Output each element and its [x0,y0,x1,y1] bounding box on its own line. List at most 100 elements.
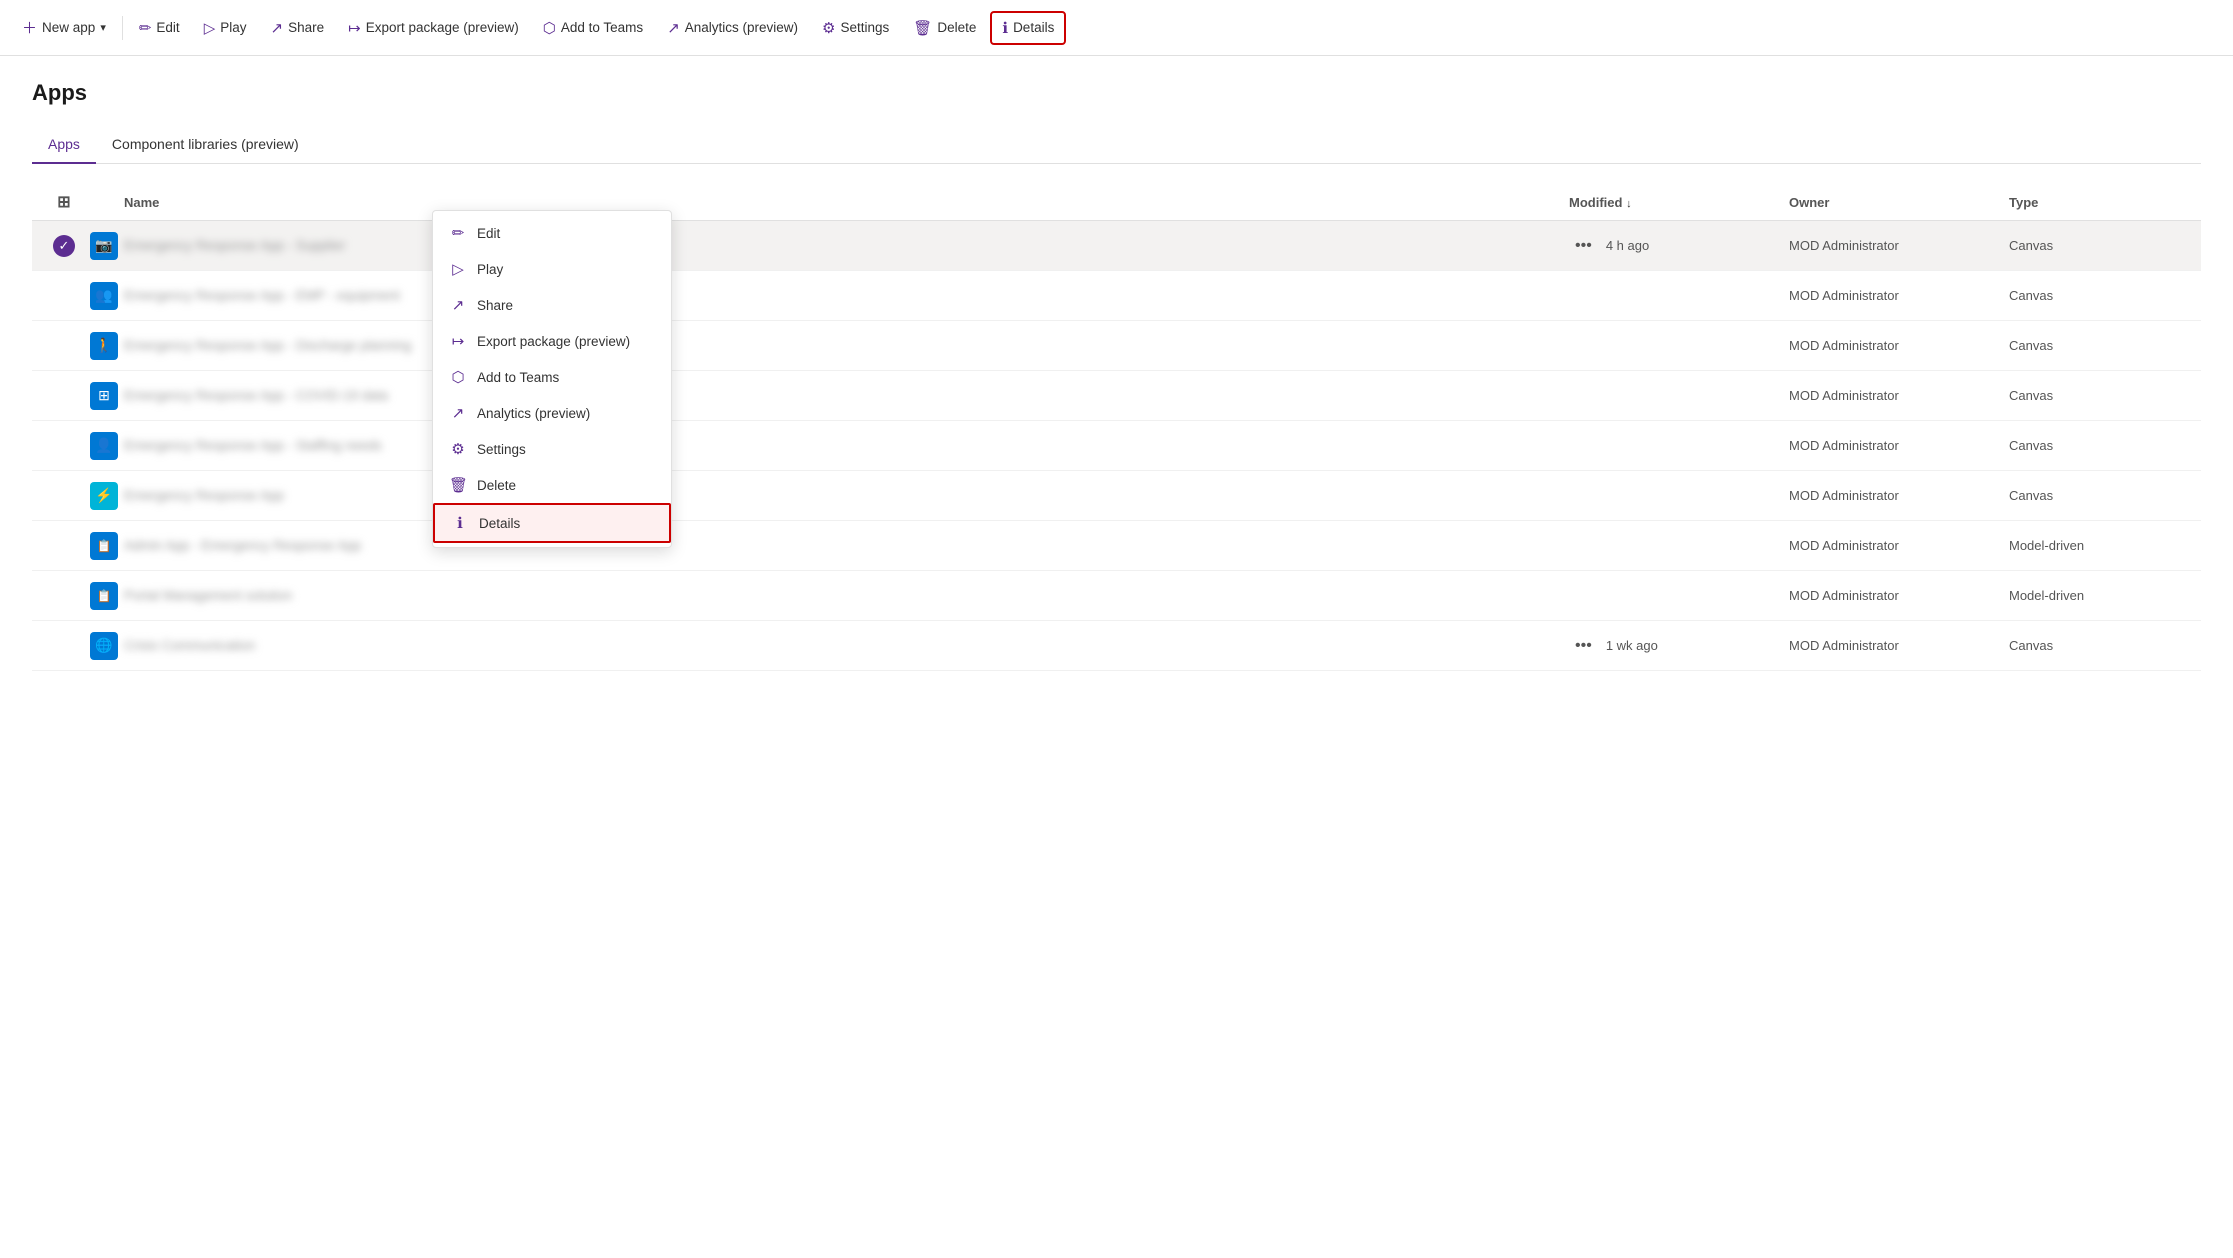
menu-item-share[interactable]: ↗ Share [433,287,671,323]
app-icon-col: 👥 [84,282,124,310]
app-name-col: Portal Management solution [124,588,1569,603]
owner-col: MOD Administrator [1789,488,2009,503]
app-icon: 📷 [90,232,118,260]
type-col: Canvas [2009,238,2189,253]
menu-item-addtoteams[interactable]: ⬡ Add to Teams [433,359,671,395]
edit-button[interactable]: ✏ Edit [129,13,190,43]
table-row[interactable]: ⊞ Emergency Response App - COVID-19 data… [32,371,2201,421]
export-button[interactable]: ↦ Export package (preview) [338,13,529,43]
share-button[interactable]: ↗ Share [261,13,335,43]
app-icon: 📋 [90,532,118,560]
delete-icon: 🗑 [913,19,932,37]
new-app-button[interactable]: ＋ New app ▾ [12,11,116,44]
teams-icon: ⬡ [449,368,467,386]
chevron-down-icon: ▾ [100,21,106,34]
owner-col: MOD Administrator [1789,638,2009,653]
app-name: Crisis Communication [124,638,255,653]
details-button[interactable]: ℹ Details [990,11,1066,45]
toolbar: ＋ New app ▾ ✏ Edit ▷ Play ↗ Share ↦ Expo… [0,0,2233,56]
app-icon-col: 🌐 [84,632,124,660]
app-name: Emergency Response App - COVID-19 data [124,388,388,403]
app-icon-col: 🚶 [84,332,124,360]
menu-item-details[interactable]: ℹ Details [433,503,671,543]
more-options-button[interactable]: ••• [1569,235,1598,257]
table-row[interactable]: 🌐 Crisis Communication ••• 1 wk ago MOD … [32,621,2201,671]
settings-button[interactable]: ⚙ Settings [812,13,899,43]
app-name: Emergency Response App - Supplier [124,238,345,253]
owner-col: MOD Administrator [1789,388,2009,403]
app-name-col: Emergency Response App - Discharge plann… [124,338,1569,353]
type-col: Model-driven [2009,538,2189,553]
menu-item-export[interactable]: ↦ Export package (preview) [433,323,671,359]
add-to-teams-button[interactable]: ⬡ Add to Teams [533,13,653,43]
app-icon-col: 📋 [84,532,124,560]
modified-time: 1 wk ago [1606,638,1658,653]
table-row[interactable]: 👤 Emergency Response App - Staffing need… [32,421,2201,471]
app-name-col: Emergency Response App - Supplier [124,238,1569,253]
table-row[interactable]: 📋 Portal Management solution MOD Adminis… [32,571,2201,621]
app-name-col: Emergency Response App [124,488,1569,503]
app-name: Emergency Response App [124,488,284,503]
table-row[interactable]: 🚶 Emergency Response App - Discharge pla… [32,321,2201,371]
menu-item-play[interactable]: ▷ Play [433,251,671,287]
owner-col-header: Owner [1789,195,2009,210]
app-icon-col: 👤 [84,432,124,460]
menu-item-edit[interactable]: ✏ Edit [433,215,671,251]
app-name: Portal Management solution [124,588,292,603]
export-icon: ↦ [449,332,467,350]
export-icon: ↦ [348,19,361,37]
owner-col: MOD Administrator [1789,338,2009,353]
tab-component-libraries[interactable]: Component libraries (preview) [96,126,315,164]
app-icon-col: ⚡ [84,482,124,510]
teams-icon: ⬡ [543,19,556,37]
app-icon-col: 📋 [84,582,124,610]
select-all-icon: ⊞ [57,192,70,212]
app-icon: 📋 [90,582,118,610]
menu-item-delete[interactable]: 🗑 Delete [433,467,671,503]
type-col: Canvas [2009,488,2189,503]
type-col: Canvas [2009,338,2189,353]
type-col-header: Type [2009,195,2189,210]
table-row[interactable]: 👥 Emergency Response App - EMP - equipme… [32,271,2201,321]
edit-icon: ✏ [139,19,152,37]
app-name-col: Emergency Response App - Staffing needs [124,438,1569,453]
app-icon: 👥 [90,282,118,310]
row-check-1[interactable]: ✓ [44,235,84,257]
menu-item-settings[interactable]: ⚙ Settings [433,431,671,467]
main-content: Apps Apps Component libraries (preview) … [0,56,2233,695]
app-name-col: Emergency Response App - EMP - equipment [124,288,1569,303]
plus-icon: ＋ [22,17,37,38]
check-circle-icon: ✓ [53,235,75,257]
owner-col: MOD Administrator [1789,438,2009,453]
owner-col: MOD Administrator [1789,588,2009,603]
type-col: Canvas [2009,438,2189,453]
modified-col-header: Modified ↓ [1569,195,1789,210]
app-icon: 🌐 [90,632,118,660]
pencil-icon: ✏ [449,224,467,242]
name-col-header: Name [124,195,1569,210]
table-row[interactable]: ✓ 📷 Emergency Response App - Supplier ••… [32,221,2201,271]
app-icon: ⚡ [90,482,118,510]
app-name: Admin App - Emergency Response App [124,538,361,553]
type-col: Canvas [2009,638,2189,653]
delete-button[interactable]: 🗑 Delete [903,13,986,43]
table-row[interactable]: 📋 Admin App - Emergency Response App MOD… [32,521,2201,571]
page-title: Apps [32,80,2201,106]
divider [122,16,123,40]
delete-icon: 🗑 [449,476,467,494]
app-name-col: Admin App - Emergency Response App [124,538,1569,553]
sort-arrow: ↓ [1626,198,1632,210]
app-icon: 👤 [90,432,118,460]
analytics-button[interactable]: ↗ Analytics (preview) [657,13,808,43]
modified-col: ••• 4 h ago [1569,235,1789,257]
type-col: Model-driven [2009,588,2189,603]
tab-apps[interactable]: Apps [32,126,96,164]
modified-col: ••• 1 wk ago [1569,635,1789,657]
play-button[interactable]: ▷ Play [194,13,257,43]
menu-item-analytics[interactable]: ↗ Analytics (preview) [433,395,671,431]
owner-col: MOD Administrator [1789,238,2009,253]
app-name: Emergency Response App - EMP - equipment [124,288,400,303]
analytics-icon: ↗ [667,19,680,37]
more-options-button[interactable]: ••• [1569,635,1598,657]
table-row[interactable]: ⚡ Emergency Response App MOD Administrat… [32,471,2201,521]
